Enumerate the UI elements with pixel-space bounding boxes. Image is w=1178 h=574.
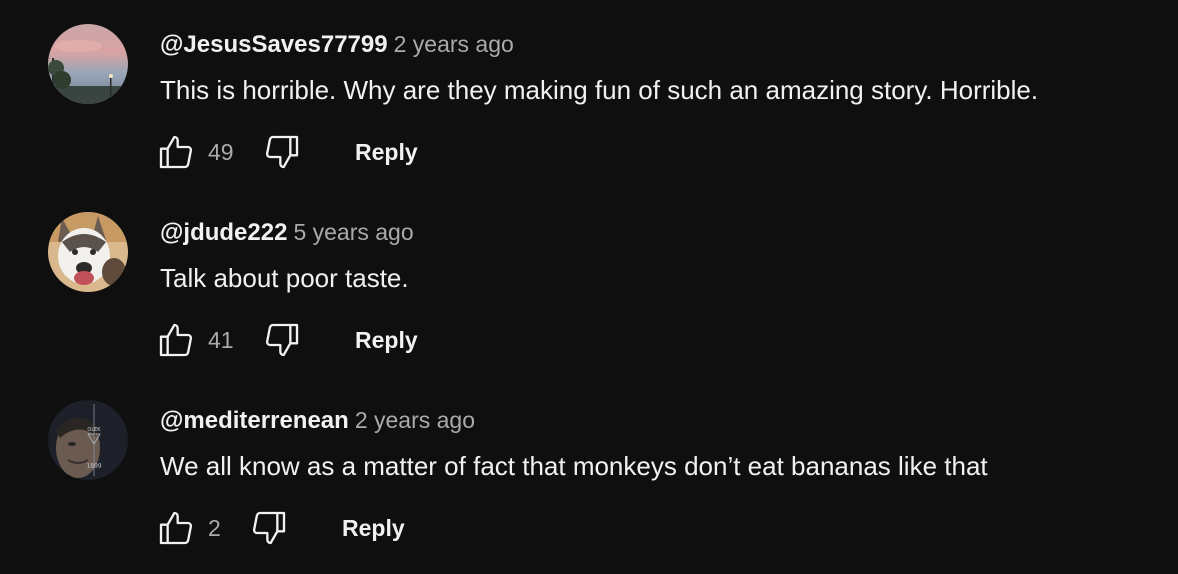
reply-button[interactable]: Reply xyxy=(342,510,405,546)
dislike-button[interactable] xyxy=(262,132,302,172)
dislike-button[interactable] xyxy=(262,320,302,360)
comment-item: @jdude222 5 years ago Talk about poor tas… xyxy=(0,188,1178,376)
avatar[interactable]: OLEK 1899 xyxy=(48,400,128,480)
thumbs-down-icon xyxy=(265,135,299,169)
timestamp[interactable]: 2 years ago xyxy=(355,407,475,433)
reply-button[interactable]: Reply xyxy=(355,134,418,170)
timestamp[interactable]: 5 years ago xyxy=(293,219,413,245)
comment-header: @jdude222 5 years ago xyxy=(160,216,414,252)
comment-text: We all know as a matter of fact that mon… xyxy=(160,451,988,481)
author-name[interactable]: @jdude222 xyxy=(160,219,287,246)
avatar[interactable] xyxy=(48,24,128,104)
dislike-button[interactable] xyxy=(249,508,289,548)
thumbs-down-icon xyxy=(265,323,299,357)
comment-text: Talk about poor taste. xyxy=(160,263,409,293)
like-count: 2 xyxy=(208,515,221,541)
comment-header: @JesusSaves77799 2 years ago xyxy=(160,28,514,64)
comment-actions: 41 Reply xyxy=(156,318,556,362)
husky-dog-avatar-icon xyxy=(48,212,128,292)
comment-actions: 2 Reply xyxy=(156,506,556,550)
comment-header: @mediterrenean 2 years ago xyxy=(160,404,475,440)
comment-actions: 49 Reply xyxy=(156,130,556,174)
like-button[interactable] xyxy=(156,320,196,360)
thumbs-up-icon xyxy=(159,511,193,545)
timestamp[interactable]: 2 years ago xyxy=(394,31,514,57)
author-name[interactable]: @mediterrenean xyxy=(160,407,349,434)
avatar-logo-text: OLEK xyxy=(87,427,101,433)
like-count: 41 xyxy=(208,327,234,353)
avatar-year-text: 1899 xyxy=(86,463,101,470)
reply-button[interactable]: Reply xyxy=(355,322,418,358)
like-button[interactable] xyxy=(156,132,196,172)
sunset-sky-avatar-icon xyxy=(48,24,128,104)
comment-item: OLEK 1899 @mediterrenean 2 years ago We a… xyxy=(0,376,1178,564)
avatar[interactable] xyxy=(48,212,128,292)
comment-text: This is horrible. Why are they making fu… xyxy=(160,75,1039,105)
thumbs-up-icon xyxy=(159,323,193,357)
like-button[interactable] xyxy=(156,508,196,548)
author-name[interactable]: @JesusSaves77799 xyxy=(160,31,388,58)
like-count: 49 xyxy=(208,139,234,165)
thumbs-down-icon xyxy=(252,511,286,545)
thumbs-up-icon xyxy=(159,135,193,169)
man-portrait-avatar-icon: OLEK 1899 xyxy=(48,400,128,480)
comment-item: @JesusSaves77799 2 years ago This is horr… xyxy=(0,0,1178,188)
